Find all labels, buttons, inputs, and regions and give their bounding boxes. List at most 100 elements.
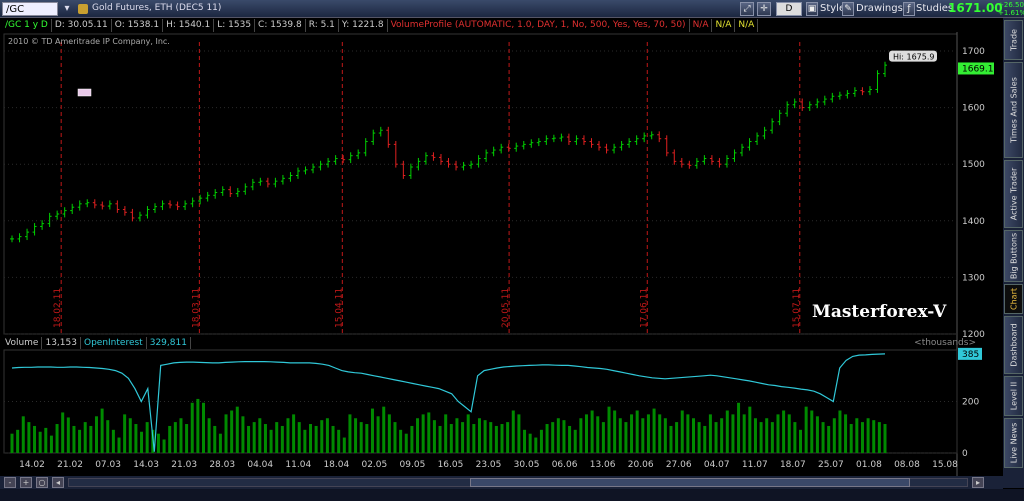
volume-bar [455, 418, 459, 453]
symbol-description: Gold Futures, ETH (DEC5 11) [92, 3, 222, 13]
tab-big-buttons[interactable]: Big Buttons [1004, 230, 1023, 282]
price-bar [77, 200, 82, 211]
study-flag-icon[interactable] [77, 88, 92, 97]
price-bar [559, 133, 564, 142]
tab-level-ii[interactable]: Level II [1004, 376, 1023, 416]
price-chart[interactable]: 18.02.11 18.03.11 15.04.11 20.05.11 17.06.11… [0, 32, 1003, 476]
price-bar [521, 140, 526, 150]
drawings-menu[interactable]: Drawings [856, 3, 903, 14]
volume-bar [309, 424, 313, 453]
price-bar [679, 157, 684, 168]
volume-bar [382, 406, 386, 453]
price-bar [777, 109, 782, 126]
volume-bar [528, 433, 532, 453]
price-bar [807, 101, 812, 111]
symbol-input[interactable]: /GC [2, 2, 58, 16]
scroll-right-icon[interactable]: ▸ [972, 477, 984, 488]
date-tick-label: 11.07 [742, 460, 768, 470]
price-bar [303, 166, 308, 175]
studies-icon[interactable]: ƒ [903, 2, 915, 16]
price-bar [152, 203, 157, 213]
price-bar [822, 95, 827, 106]
volume-bar [489, 422, 493, 453]
volume-bar [111, 429, 115, 453]
watermark: Masterforex-V [812, 302, 947, 322]
price-bar [363, 138, 368, 157]
price-bar [867, 86, 872, 96]
volume-bar [252, 422, 256, 453]
volume-bar [399, 429, 403, 453]
volume-bar [438, 425, 442, 453]
price-bar [454, 160, 459, 171]
price-bar [476, 155, 481, 168]
tab-times-and-sales[interactable]: Times And Sales [1004, 62, 1023, 158]
price-bar [137, 211, 142, 222]
chain-link-icon[interactable] [78, 4, 88, 14]
date-tick-label: 27.06 [666, 460, 692, 470]
tab-chart[interactable]: Chart [1004, 284, 1023, 314]
period-button[interactable]: D [776, 2, 802, 16]
price-bar [258, 177, 263, 186]
volume-bar [61, 412, 65, 453]
volume-bar [72, 425, 76, 453]
volume-bar [365, 424, 369, 453]
volume-bar [776, 414, 780, 453]
tab-live-news[interactable]: Live News [1004, 418, 1023, 468]
zoom-out-icon[interactable]: - [4, 477, 16, 488]
volume-bar [94, 416, 98, 453]
scroll-thumb[interactable] [470, 478, 910, 487]
zoom-in-icon[interactable]: + [20, 477, 32, 488]
volume-bar [320, 420, 324, 453]
tab-dashboard[interactable]: Dashboard [1004, 316, 1023, 374]
tab-trade[interactable]: Trade [1004, 20, 1023, 60]
volume-bar [680, 410, 684, 453]
price-bar [341, 155, 346, 164]
tab-active-trader[interactable]: Active Trader [1004, 160, 1023, 228]
symbol-dropdown-icon[interactable]: ▾ [60, 2, 74, 16]
volume-bar [618, 418, 622, 453]
volume-bar [106, 420, 110, 453]
bar-high: H: 1540.1 [163, 19, 215, 32]
volume-value: 13,153 [42, 337, 81, 349]
price-bar [190, 197, 195, 208]
volume-bar [793, 422, 797, 453]
volume-bar [483, 420, 487, 453]
volume-bar [190, 402, 194, 453]
price-bar [657, 131, 662, 143]
price-bar [619, 140, 624, 151]
volume-bar [140, 431, 144, 453]
volume-bar [782, 410, 786, 453]
volume-bar [849, 424, 853, 453]
volume-bar [100, 408, 104, 453]
volume-bar [218, 433, 222, 453]
volume-bar [866, 418, 870, 453]
price-bar [649, 131, 654, 140]
price-bar [17, 233, 22, 243]
style-icon[interactable]: ▣ [806, 2, 818, 16]
date-marker-label: 18.03.11 [191, 288, 201, 328]
date-tick-label: 18.07 [780, 460, 806, 470]
crosshair-icon[interactable]: ✛ [757, 2, 771, 16]
volume-bar [539, 429, 543, 453]
na-label: N/A [735, 19, 759, 32]
date-tick-label: 18.04 [323, 460, 349, 470]
price-bar [514, 142, 519, 152]
zoom-icon[interactable]: ⤢ [740, 2, 754, 16]
volume-profile-study[interactable]: VolumeProfile (AUTOMATIC, 1.0, DAY, 1, N… [388, 19, 690, 32]
price-bar [318, 160, 323, 171]
price-tick-label: 1400 [962, 217, 985, 227]
price-tick-label: 1700 [962, 47, 985, 57]
scroll-left-icon[interactable]: ◂ [52, 477, 64, 488]
zoom-fit-icon[interactable]: ○ [36, 477, 48, 488]
date-tick-label: 13.06 [590, 460, 616, 470]
price-bar [544, 135, 549, 145]
volume-label[interactable]: Volume [2, 337, 43, 349]
volume-bar [416, 418, 420, 453]
drawings-icon[interactable]: ✎ [842, 2, 854, 16]
volume-bar [663, 418, 667, 453]
volume-bar [855, 418, 859, 453]
volume-bar [686, 414, 690, 453]
price-bar [243, 183, 248, 195]
volume-bar [511, 410, 515, 453]
open-interest-label[interactable]: OpenInterest [81, 337, 147, 349]
